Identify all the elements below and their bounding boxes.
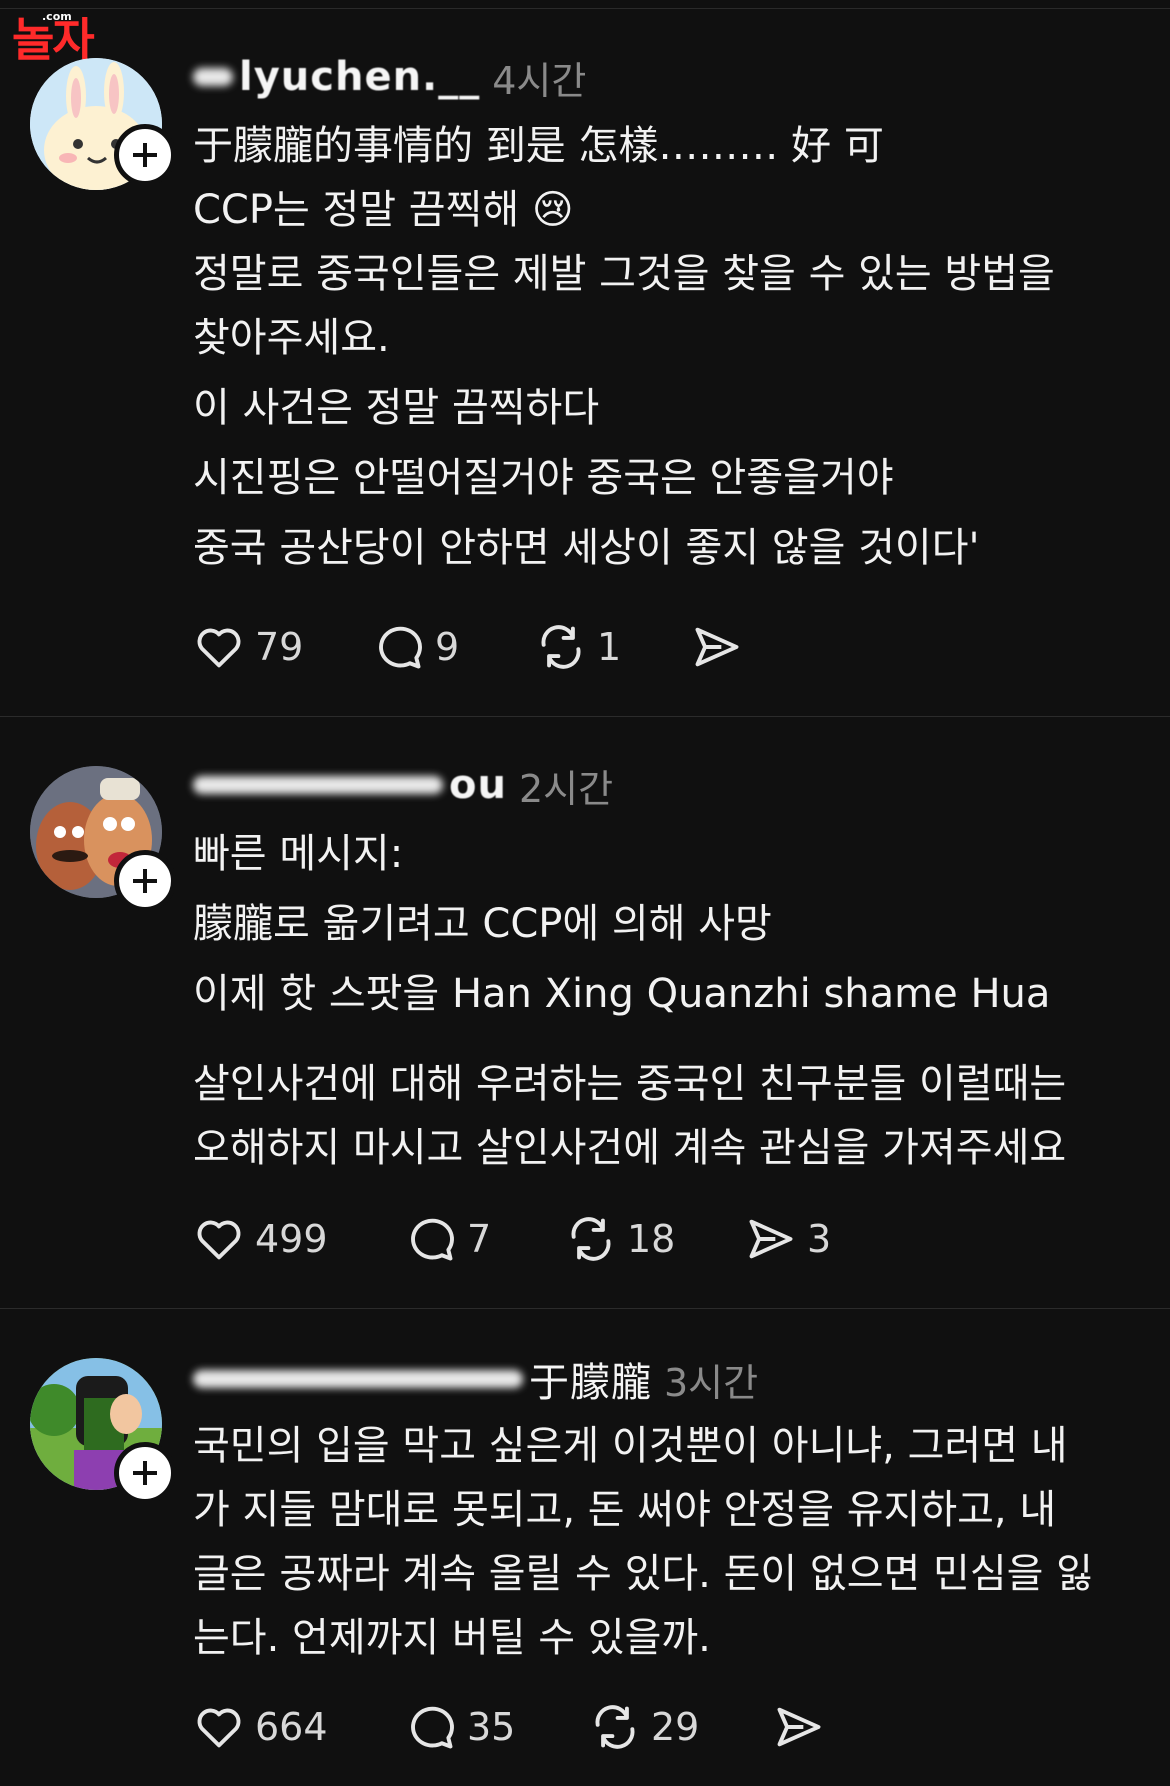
post-line: 살인사건에 대해 우려하는 중국인 친구분들 이럴때는 (193, 1061, 1067, 1107)
username-redaction (193, 776, 443, 794)
username-redaction (193, 68, 233, 86)
reply-button[interactable]: 9 (373, 621, 535, 673)
heart-icon (197, 1708, 241, 1748)
repost-count: 18 (627, 1217, 676, 1261)
repost-icon (595, 1705, 635, 1749)
username-redaction (193, 1370, 523, 1388)
share-count: 3 (807, 1217, 832, 1261)
post-header: ou 2시간 (193, 760, 614, 811)
username[interactable]: ou (449, 762, 507, 808)
reply-button[interactable]: 35 (405, 1701, 589, 1753)
send-icon (749, 1219, 793, 1259)
post-line: 찾아주세요. (193, 315, 390, 361)
comment-icon (411, 1218, 454, 1261)
watermark-brand: 놀자 (12, 13, 95, 67)
like-count: 664 (255, 1705, 328, 1749)
post-line: 가 지들 맘대로 못되고, 돈 써야 안정을 유지하고, 내 (193, 1487, 1057, 1533)
repost-icon (571, 1217, 611, 1261)
post-line: 국민의 입을 막고 싶은게 이것뿐이 아니냐, 그러면 내 (193, 1423, 1068, 1469)
reply-button[interactable]: 7 (405, 1213, 565, 1265)
repost-button[interactable]: 1 (535, 621, 691, 673)
send-icon (695, 627, 739, 667)
post-line: 글은 공짜라 계속 올릴 수 있다. 돈이 없으면 민심을 잃 (193, 1551, 1093, 1597)
heart-icon (197, 1220, 241, 1260)
post-actions: 79 9 1 (193, 620, 791, 674)
post-line: 는다. 언제까지 버틸 수 있을까. (193, 1615, 711, 1661)
post-divider (0, 1308, 1170, 1309)
post-body: 국민의 입을 막고 싶은게 이것뿐이 아니냐, 그러면 내 가 지들 맘대로 못… (193, 1414, 1153, 1670)
username[interactable]: lyuchen.__ (239, 54, 480, 100)
post-line: 빠른 메시지: (193, 831, 404, 877)
follow-plus-button[interactable] (114, 1442, 176, 1504)
heart-icon (197, 628, 241, 668)
post-time: 2시간 (518, 766, 614, 811)
comment-icon (379, 626, 422, 669)
repost-count: 29 (651, 1705, 700, 1749)
like-count: 79 (255, 625, 304, 669)
comment-count: 35 (467, 1705, 516, 1749)
send-icon (777, 1707, 821, 1747)
post-line: 朦朧로 옮기려고 CCP에 의해 사망 (193, 901, 772, 947)
post-body: 빠른 메시지: 朦朧로 옮기려고 CCP에 의해 사망 이제 핫 스팟을 Han… (193, 822, 1153, 1180)
post-time: 3시간 (664, 1360, 759, 1405)
post-header: lyuchen.__ 4시간 (193, 52, 587, 103)
post-actions: 499 7 18 3 (193, 1212, 865, 1266)
repost-button[interactable]: 29 (589, 1701, 773, 1753)
post-line: 시진핑은 안떨어질거야 중국은 안좋을거야 (193, 455, 894, 501)
top-divider (0, 8, 1170, 9)
comment-count: 7 (467, 1217, 492, 1261)
post-line: CCP는 정말 끔찍해 😢 (193, 187, 574, 233)
username[interactable]: 于朦朧 (529, 1350, 652, 1408)
post-line: 이제 핫 스팟을 Han Xing Quanzhi shame Hua (193, 971, 1051, 1017)
share-button[interactable]: 3 (745, 1213, 865, 1265)
post-line: 于朦朧的事情的 到是 怎樣……… 好 可 (193, 123, 884, 169)
post-header: 于朦朧 3시간 (193, 1354, 759, 1406)
comment-count: 9 (435, 625, 460, 669)
site-watermark-logo: .com 놀자 (12, 10, 150, 66)
repost-button[interactable]: 18 (565, 1213, 745, 1265)
post-line: 오해하지 마시고 살인사건에 계속 관심을 가져주세요 (193, 1125, 1067, 1171)
post-body: 于朦朧的事情的 到是 怎樣……… 好 可 CCP는 정말 끔찍해 😢 정말로 중… (193, 114, 1153, 580)
post-actions: 664 35 29 (193, 1700, 873, 1754)
share-button[interactable] (773, 1701, 873, 1753)
post-time: 4시간 (492, 58, 587, 103)
like-button[interactable]: 79 (193, 621, 373, 673)
like-button[interactable]: 499 (193, 1213, 405, 1265)
repost-count: 1 (597, 625, 622, 669)
repost-icon (541, 625, 581, 669)
like-count: 499 (255, 1217, 328, 1261)
comment-icon (411, 1706, 454, 1749)
follow-plus-button[interactable] (114, 850, 176, 912)
like-button[interactable]: 664 (193, 1701, 405, 1753)
share-button[interactable] (691, 621, 791, 673)
follow-plus-button[interactable] (114, 124, 176, 186)
post-line: 이 사건은 정말 끔찍하다 (193, 385, 600, 431)
post-line: 정말로 중국인들은 제발 그것을 찾을 수 있는 방법을 (193, 251, 1055, 297)
post-divider (0, 716, 1170, 717)
post-line: 중국 공산당이 안하면 세상이 좋지 않을 것이다' (193, 525, 980, 571)
